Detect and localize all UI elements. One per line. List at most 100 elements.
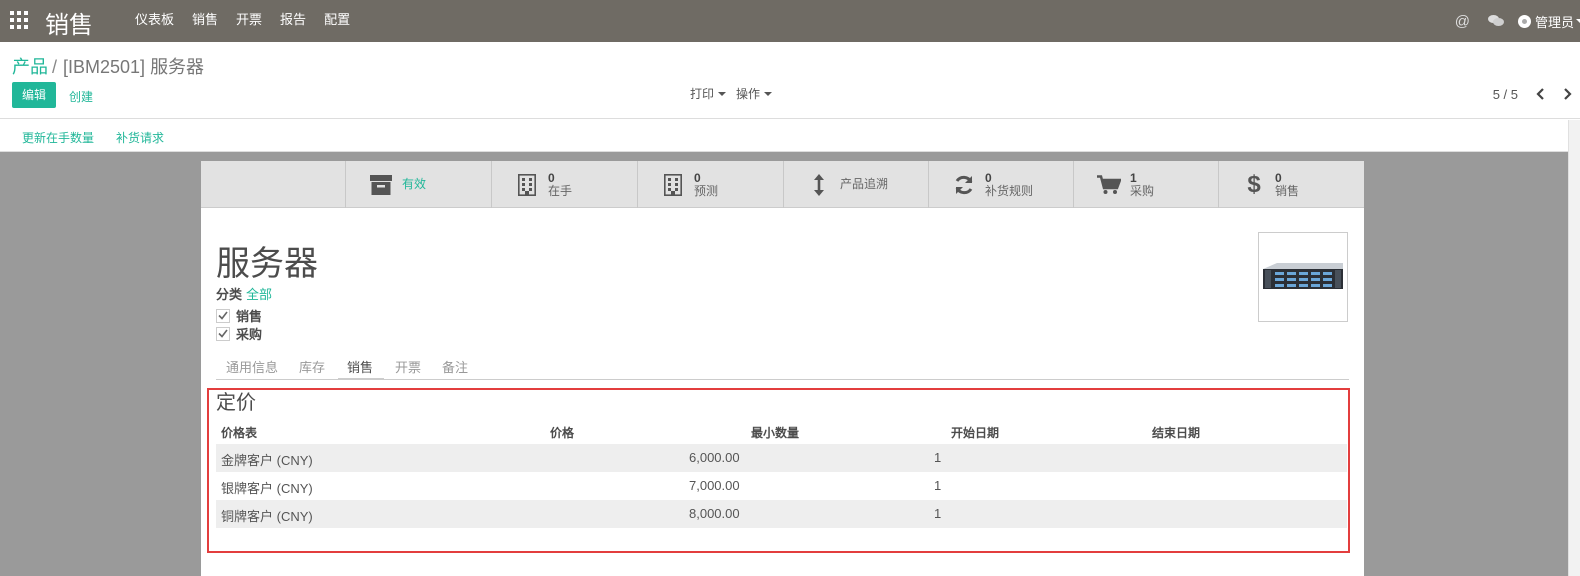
price-cell: 6,000.00 — [689, 450, 740, 465]
purchase-button[interactable]: 1 采购 — [1073, 161, 1219, 208]
create-button[interactable]: 创建 — [69, 88, 93, 105]
table-row[interactable]: 银牌客户 (CNY) 7,000.00 1 — [216, 472, 1347, 500]
purchase-ok-checkbox-field[interactable]: 采购 — [216, 324, 262, 343]
reorder-rules-button[interactable]: 0 补货规则 — [928, 161, 1074, 208]
pager-next-button[interactable] — [1554, 82, 1580, 106]
price-cell: 8,000.00 — [689, 506, 740, 521]
pricelist-cell: 银牌客户 (CNY) — [221, 481, 313, 496]
breadcrumb-separator: / — [52, 57, 58, 77]
dollar-icon: $ — [1247, 170, 1261, 198]
form-statusbar: 更新在手数量 补货请求 — [0, 120, 1580, 152]
active-tab-indicator — [338, 378, 384, 380]
sales-count: 0 — [1275, 170, 1282, 185]
pricelist-cell: 铜牌客户 (CNY) — [221, 509, 313, 524]
tab-sales[interactable]: 销售 — [347, 357, 373, 376]
notebook-tabs: 通用信息 库存 销售 开票 备注 — [216, 350, 1349, 380]
menu-reporting[interactable]: 报告 — [271, 0, 315, 42]
menu-sales[interactable]: 销售 — [183, 0, 227, 42]
breadcrumb-current: [IBM2501] 服务器 — [63, 57, 205, 77]
sales-button[interactable]: $ 0 销售 — [1218, 161, 1364, 208]
sales-label: 销售 — [1275, 183, 1300, 198]
chevron-down-icon[interactable] — [1576, 19, 1580, 23]
shopping-cart-icon — [1094, 174, 1124, 195]
main-menu: 仪表板 销售 开票 报告 配置 — [126, 0, 359, 42]
pricelist-cell: 金牌客户 (CNY) — [221, 453, 313, 468]
archive-icon — [366, 174, 396, 195]
pager-value[interactable]: 5 / 5 — [1493, 87, 1518, 102]
forecast-label: 预测 — [694, 183, 719, 198]
menu-configuration[interactable]: 配置 — [315, 0, 359, 42]
purchase-count: 1 — [1130, 170, 1137, 185]
checkmark-icon — [218, 329, 228, 338]
reorder-count: 0 — [985, 170, 992, 185]
pager-previous-button[interactable] — [1528, 82, 1554, 106]
apps-menu-icon[interactable] — [10, 11, 28, 29]
action-label: 操作 — [736, 87, 761, 101]
mention-icon[interactable]: @ — [1455, 13, 1470, 30]
forecast-button[interactable]: 0 预测 — [637, 161, 783, 208]
avatar[interactable] — [1517, 14, 1531, 28]
menu-dashboard[interactable]: 仪表板 — [126, 0, 183, 42]
action-dropdown[interactable]: 操作 — [736, 85, 773, 102]
control-panel: 产品 / [IBM2501] 服务器 编辑 创建 打印 操作 5 / 5 — [0, 42, 1580, 119]
min-qty-cell: 1 — [934, 478, 942, 493]
sale-ok-label: 销售 — [236, 309, 263, 324]
navbar-systray: @ 管理员 — [1455, 0, 1580, 42]
product-image[interactable] — [1258, 232, 1348, 322]
replenish-button[interactable]: 补货请求 — [116, 129, 164, 146]
scrollbar[interactable] — [1568, 120, 1580, 576]
onhand-label: 在手 — [548, 183, 573, 198]
tab-general-info[interactable]: 通用信息 — [226, 357, 278, 376]
active-toggle-button[interactable]: 有效 — [345, 161, 491, 208]
breadcrumb-products[interactable]: 产品 — [12, 57, 48, 77]
sale-ok-checkbox-field[interactable]: 销售 — [216, 306, 262, 325]
chevron-left-icon — [1536, 88, 1544, 100]
print-label: 打印 — [690, 87, 715, 101]
product-name[interactable]: 服务器 — [216, 236, 318, 285]
caret-down-icon — [764, 91, 773, 96]
breadcrumb: 产品 / [IBM2501] 服务器 — [12, 53, 204, 79]
top-navbar: 销售 仪表板 销售 开票 报告 配置 @ 管理员 — [0, 0, 1580, 42]
reorder-label: 补货规则 — [985, 183, 1034, 198]
tab-notes[interactable]: 备注 — [442, 357, 468, 376]
tab-inventory[interactable]: 库存 — [299, 357, 325, 376]
purchase-ok-label: 采购 — [236, 327, 263, 342]
pricing-section-title: 定价 — [216, 392, 256, 414]
user-menu[interactable]: 管理员 — [1535, 12, 1574, 31]
column-min-qty[interactable]: 最小数量 — [751, 424, 799, 441]
column-pricelist[interactable]: 价格表 — [221, 424, 257, 441]
update-qty-button[interactable]: 更新在手数量 — [22, 129, 94, 146]
column-start-date[interactable]: 开始日期 — [951, 424, 999, 441]
chat-icon[interactable] — [1487, 15, 1504, 27]
traceability-button[interactable]: 产品追溯 — [783, 161, 929, 208]
table-header: 价格表 价格 最小数量 开始日期 结束日期 — [216, 420, 1347, 444]
category-label: 分类 — [216, 287, 243, 302]
category-link[interactable]: 全部 — [246, 287, 272, 302]
table-row[interactable]: 铜牌客户 (CNY) 8,000.00 1 — [216, 500, 1347, 528]
traceability-label: 产品追溯 — [840, 177, 889, 191]
column-end-date[interactable]: 结束日期 — [1152, 424, 1200, 441]
checkmark-icon — [218, 311, 228, 320]
min-qty-cell: 1 — [934, 506, 942, 521]
column-price[interactable]: 价格 — [550, 424, 574, 441]
app-brand[interactable]: 销售 — [45, 5, 93, 40]
print-dropdown[interactable]: 打印 — [690, 85, 727, 102]
onhand-button[interactable]: 0 在手 — [491, 161, 637, 208]
table-row[interactable]: 金牌客户 (CNY) 6,000.00 1 — [216, 444, 1347, 472]
category-field: 分类 全部 — [216, 284, 272, 303]
sidebar-dropdowns: 打印 操作 — [690, 85, 773, 102]
menu-invoicing[interactable]: 开票 — [227, 0, 271, 42]
price-cell: 7,000.00 — [689, 478, 740, 493]
edit-button[interactable]: 编辑 — [12, 82, 56, 108]
pricing-table: 价格表 价格 最小数量 开始日期 结束日期 金牌客户 (CNY) 6,000.0… — [216, 420, 1347, 528]
building-icon — [512, 173, 542, 196]
onhand-count: 0 — [548, 170, 555, 185]
checkbox[interactable] — [216, 326, 230, 341]
refresh-icon — [949, 174, 979, 196]
tab-invoicing[interactable]: 开票 — [395, 357, 421, 376]
checkbox[interactable] — [216, 308, 230, 323]
smart-button-box: 有效 0 在手 0 预测 产品追溯 0 补货规则 1 采购 $ 0 销售 — [201, 161, 1364, 208]
min-qty-cell: 1 — [934, 450, 942, 465]
chevron-right-icon — [1564, 88, 1572, 100]
forecast-count: 0 — [694, 170, 701, 185]
